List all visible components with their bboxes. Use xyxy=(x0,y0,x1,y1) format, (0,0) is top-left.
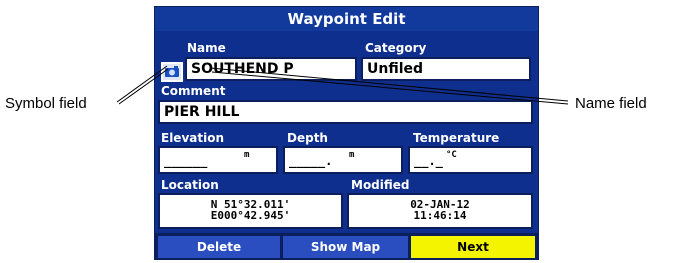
symbol-callout-line xyxy=(116,65,168,103)
symbol-callout-line-2 xyxy=(118,68,169,105)
name-callout-line xyxy=(209,67,569,102)
callout-lines xyxy=(116,65,569,105)
name-callout-line-2 xyxy=(211,71,569,105)
